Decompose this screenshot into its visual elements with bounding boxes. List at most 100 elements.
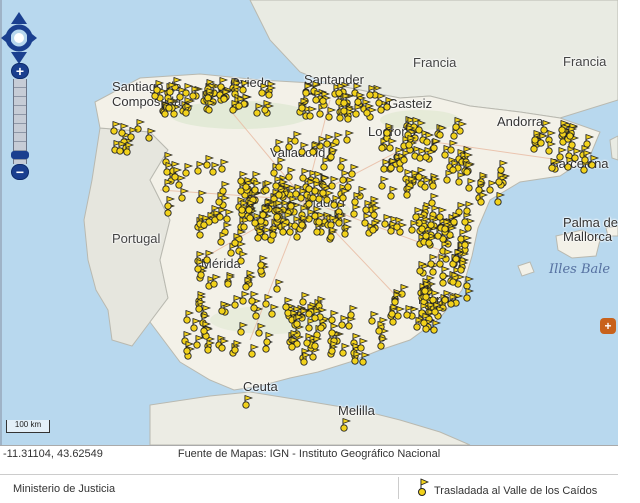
flag-marker-icon[interactable] — [340, 418, 352, 432]
flag-marker-icon[interactable] — [369, 220, 381, 234]
flag-marker-icon[interactable] — [477, 192, 489, 206]
flag-marker-icon[interactable] — [273, 207, 285, 221]
flag-marker-icon[interactable] — [279, 222, 291, 236]
flag-marker-icon[interactable] — [439, 266, 451, 280]
flag-marker-icon[interactable] — [182, 103, 194, 117]
flag-marker-icon[interactable] — [237, 251, 249, 265]
flag-marker-icon[interactable] — [262, 294, 274, 308]
layer-switcher-icon[interactable]: + — [600, 318, 616, 334]
flag-marker-icon[interactable] — [248, 291, 260, 305]
flag-marker-icon[interactable] — [242, 277, 254, 291]
flag-marker-icon[interactable] — [110, 121, 122, 135]
flag-marker-icon[interactable] — [229, 100, 241, 114]
flag-marker-icon[interactable] — [239, 80, 251, 94]
flag-marker-icon[interactable] — [162, 179, 174, 193]
flag-marker-icon[interactable] — [335, 213, 347, 227]
flag-marker-icon[interactable] — [205, 100, 217, 114]
flag-marker-icon[interactable] — [312, 90, 324, 104]
flag-marker-icon[interactable] — [368, 311, 380, 325]
flag-marker-icon[interactable] — [421, 281, 433, 295]
flag-marker-icon[interactable] — [196, 190, 208, 204]
flag-marker-icon[interactable] — [248, 344, 260, 358]
zoom-in-button[interactable]: + — [11, 63, 29, 79]
flag-marker-icon[interactable] — [412, 207, 424, 221]
flag-marker-icon[interactable] — [378, 176, 390, 190]
flag-marker-icon[interactable] — [463, 201, 475, 215]
flag-marker-icon[interactable] — [300, 352, 312, 366]
flag-marker-icon[interactable] — [210, 274, 222, 288]
flag-marker-icon[interactable] — [450, 212, 462, 226]
flag-marker-icon[interactable] — [343, 130, 355, 144]
flag-marker-icon[interactable] — [261, 100, 273, 114]
flag-marker-icon[interactable] — [447, 294, 459, 308]
flag-marker-icon[interactable] — [153, 80, 165, 94]
flag-marker-icon[interactable] — [452, 249, 464, 263]
flag-marker-icon[interactable] — [258, 83, 270, 97]
flag-marker-icon[interactable] — [194, 259, 206, 273]
flag-marker-icon[interactable] — [383, 123, 395, 137]
flag-marker-icon[interactable] — [273, 139, 285, 153]
flag-marker-icon[interactable] — [431, 302, 443, 316]
flag-marker-icon[interactable] — [315, 212, 327, 226]
flag-marker-icon[interactable] — [463, 162, 475, 176]
flag-marker-icon[interactable] — [200, 321, 212, 335]
flag-marker-icon[interactable] — [183, 310, 195, 324]
flag-marker-icon[interactable] — [224, 274, 236, 288]
flag-marker-icon[interactable] — [145, 128, 157, 142]
flag-marker-icon[interactable] — [309, 142, 321, 156]
flag-marker-icon[interactable] — [238, 200, 250, 214]
flag-marker-icon[interactable] — [189, 86, 201, 100]
flag-marker-icon[interactable] — [428, 193, 440, 207]
flag-marker-icon[interactable] — [475, 180, 487, 194]
flag-marker-icon[interactable] — [443, 170, 455, 184]
flag-marker-icon[interactable] — [116, 141, 128, 155]
zoom-slider[interactable] — [11, 79, 29, 164]
flag-marker-icon[interactable] — [291, 131, 303, 145]
flag-marker-icon[interactable] — [200, 215, 212, 229]
pan-control[interactable] — [1, 12, 37, 64]
flag-marker-icon[interactable] — [194, 161, 206, 175]
flag-marker-icon[interactable] — [421, 177, 433, 191]
flag-marker-icon[interactable] — [377, 336, 389, 350]
flag-marker-icon[interactable] — [494, 192, 506, 206]
flag-marker-icon[interactable] — [400, 150, 412, 164]
flag-marker-icon[interactable] — [388, 304, 400, 318]
flag-marker-icon[interactable] — [254, 228, 266, 242]
flag-marker-icon[interactable] — [495, 172, 507, 186]
flag-marker-icon[interactable] — [273, 279, 285, 293]
flag-marker-icon[interactable] — [272, 176, 284, 190]
flag-marker-icon[interactable] — [216, 207, 228, 221]
flag-marker-icon[interactable] — [430, 138, 442, 152]
flag-marker-icon[interactable] — [430, 320, 442, 334]
flag-marker-icon[interactable] — [327, 227, 339, 241]
zoom-out-button[interactable]: − — [11, 164, 29, 180]
flag-marker-icon[interactable] — [204, 340, 216, 354]
flag-marker-icon[interactable] — [164, 196, 176, 210]
flag-marker-icon[interactable] — [408, 220, 420, 234]
flag-marker-icon[interactable] — [218, 338, 230, 352]
flag-marker-icon[interactable] — [337, 157, 349, 171]
flag-marker-icon[interactable] — [176, 87, 188, 101]
flag-marker-icon[interactable] — [415, 120, 427, 134]
flag-marker-icon[interactable] — [217, 232, 229, 246]
flag-marker-icon[interactable] — [293, 314, 305, 328]
flag-marker-icon[interactable] — [242, 395, 254, 409]
zoom-slider-handle[interactable] — [11, 151, 29, 159]
flag-marker-icon[interactable] — [461, 235, 473, 249]
flag-marker-icon[interactable] — [351, 351, 363, 365]
flag-marker-icon[interactable] — [387, 158, 399, 172]
flag-marker-icon[interactable] — [571, 148, 583, 162]
flag-marker-icon[interactable] — [263, 332, 275, 346]
flag-marker-icon[interactable] — [340, 93, 352, 107]
flag-marker-icon[interactable] — [351, 192, 363, 206]
flag-marker-icon[interactable] — [328, 341, 340, 355]
flag-marker-icon[interactable] — [548, 158, 560, 172]
flag-marker-icon[interactable] — [370, 205, 382, 219]
flag-marker-icon[interactable] — [386, 138, 398, 152]
flag-marker-icon[interactable] — [209, 162, 221, 176]
flag-marker-icon[interactable] — [320, 157, 332, 171]
flag-marker-icon[interactable] — [195, 299, 207, 313]
flag-marker-icon[interactable] — [348, 164, 360, 178]
flag-marker-icon[interactable] — [311, 336, 323, 350]
flag-marker-icon[interactable] — [165, 98, 177, 112]
